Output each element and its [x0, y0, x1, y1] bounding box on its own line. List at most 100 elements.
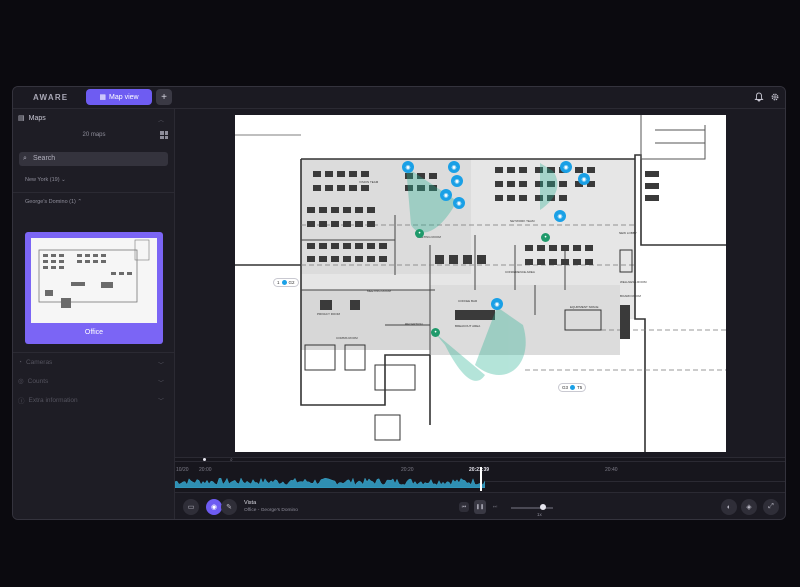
toggle-sidebar-button[interactable]: ▭ [183, 499, 199, 515]
timeline-tick: 20:00 [199, 467, 212, 473]
map-card-office[interactable]: Office [25, 232, 163, 344]
room-label: MEETING ROOM [367, 289, 391, 293]
speed-slider-knob[interactable] [540, 504, 546, 510]
map-icon: ▦ [99, 94, 107, 101]
map-thumbnail [31, 238, 157, 323]
top-bar: AWARE ▦ Map view + [13, 87, 785, 109]
camera-marker[interactable]: • [431, 328, 440, 337]
room-label: NEW LOBBY [619, 231, 637, 235]
pill-left: G3 [562, 385, 569, 390]
timeline-track [175, 461, 785, 462]
chevron-down-icon[interactable]: ﹀ [158, 360, 164, 369]
camera-marker[interactable]: ◉ [453, 197, 465, 209]
timeline-current-time: 20:21:39 [469, 467, 490, 473]
camera-marker[interactable]: ◉ [451, 175, 463, 187]
search-input[interactable]: ⌕ Search [19, 152, 168, 166]
camera-marker[interactable]: ◉ [578, 173, 590, 185]
room-label: WELLNESS ROOM [620, 280, 647, 284]
timeline-tick: 20:20 [401, 467, 414, 473]
region-filter[interactable]: New York (19) ⌄ [25, 177, 66, 183]
camera-marker[interactable]: ◉ [448, 161, 460, 173]
forward-button[interactable]: ⏭ [490, 502, 500, 512]
playhead[interactable] [480, 467, 482, 491]
cameras-label: Cameras [25, 359, 53, 366]
counts-label: Counts [27, 377, 49, 385]
timeline[interactable]: ⌕ 10/20 20:00 20:20 20:21:39 20:40 [175, 457, 785, 492]
extra-info-label: Extra information [28, 396, 78, 404]
rewind-button[interactable]: ⏮ [459, 502, 469, 512]
extra-info-section[interactable]: ⓘ Extra information [18, 395, 78, 406]
divider [13, 352, 175, 353]
bottom-bar: ▭ ◉ ✎ Vista Office - George's Domino ⏮ ❚… [175, 492, 785, 519]
layers-icon[interactable]: ◈ [741, 499, 757, 515]
room-label: BREAKOUT AREA [455, 324, 480, 328]
room-label: EQUIPMENT SPACE [570, 305, 599, 309]
info-icon: ⓘ [18, 398, 25, 405]
tab-map-view-label: Map view [109, 93, 139, 101]
bell-icon[interactable] [754, 92, 764, 102]
search-placeholder: Search [33, 155, 56, 162]
view-mode-button[interactable]: ◉ [206, 499, 222, 515]
maps-section-header[interactable]: ▤ Maps [18, 114, 46, 123]
floor-plan-drawing: VISION TEAM MEETING ROOM MEETING ROOM NE… [235, 115, 726, 452]
counts-icon: ◎ [18, 378, 24, 385]
sidebar: ▤ Maps ︿ 20 maps ⌕ Search New York (19) … [13, 109, 175, 519]
fullscreen-button[interactable]: ⤢ [763, 499, 779, 515]
search-icon: ⌕ [23, 155, 27, 162]
floor-plan[interactable]: VISION TEAM MEETING ROOM MEETING ROOM NE… [235, 115, 726, 452]
pill-right: G2 [288, 280, 295, 285]
sensor-pill[interactable]: 1 G2 [273, 278, 299, 287]
camera-marker[interactable]: • [415, 229, 424, 238]
view-subtitle: Office - George's Domino [244, 508, 298, 513]
room-label: COFFEE BAR [458, 299, 478, 303]
camera-marker[interactable]: ◉ [554, 210, 566, 222]
timeline-tick: 20:40 [605, 467, 618, 473]
camera-marker[interactable]: ◉ [402, 161, 414, 173]
camera-icon: ◔ [18, 359, 22, 366]
map-icon: ▤ [18, 115, 25, 122]
chevron-down-icon[interactable]: ﹀ [158, 396, 164, 405]
timeline-tick: 10/20 [176, 467, 189, 473]
dot-icon [281, 280, 287, 285]
building-filter[interactable]: George's Domino (1) ⌃ [25, 199, 82, 205]
room-label: VISION TEAM [359, 180, 379, 184]
room-label: PRIVACY ROOM [317, 312, 341, 316]
timeline-future [485, 481, 785, 482]
tab-map-view[interactable]: ▦ Map view [86, 89, 152, 105]
edit-button[interactable]: ✎ [221, 499, 237, 515]
camera-marker[interactable]: ◉ [440, 189, 452, 201]
pill-right: T5 [577, 385, 583, 390]
pause-button[interactable]: ❚❚ [474, 500, 486, 514]
dot-icon [570, 385, 576, 390]
divider [13, 192, 175, 193]
camera-marker[interactable]: • [541, 233, 550, 242]
room-label: NETWORK TEAM [510, 219, 535, 223]
counts-section[interactable]: ◎ Counts [18, 377, 49, 386]
zoom-icon[interactable]: ⌕ [230, 457, 233, 463]
pill-left: 1 [277, 280, 280, 285]
camera-marker[interactable]: ◉ [560, 161, 572, 173]
view-title: Vista [244, 500, 257, 506]
gear-icon[interactable] [770, 92, 780, 102]
add-tab-button[interactable]: + [156, 89, 172, 105]
cameras-section[interactable]: ◔ Cameras [18, 359, 52, 366]
building-filter-label: George's Domino (1) [25, 199, 76, 205]
speed-label: 1x [537, 512, 542, 517]
chevron-down-icon[interactable]: ﹀ [158, 378, 164, 387]
camera-marker[interactable]: ◉ [491, 298, 503, 310]
room-label: COMMS ROOM [336, 336, 358, 340]
chevron-up-icon[interactable]: ︿ [158, 115, 164, 124]
timeline-marker-dot [203, 458, 206, 461]
camera-layer-button[interactable]: ◐ [721, 499, 737, 515]
app-window: AWARE ▦ Map view + ▤ Maps ︿ 20 maps ⌕ Se… [12, 86, 786, 520]
map-card-label: Office [84, 329, 104, 336]
maps-header-label: Maps [28, 114, 46, 122]
activity-waveform [175, 477, 485, 488]
sensor-pill[interactable]: G3 T5 [558, 383, 587, 392]
map-canvas[interactable]: VISION TEAM MEETING ROOM MEETING ROOM NE… [175, 109, 785, 457]
room-label: RECEPTION [405, 322, 423, 326]
grid-view-icon[interactable] [160, 131, 168, 139]
app-logo: AWARE [33, 93, 69, 102]
map-count: 20 maps [82, 132, 106, 138]
speed-slider[interactable] [511, 507, 553, 509]
